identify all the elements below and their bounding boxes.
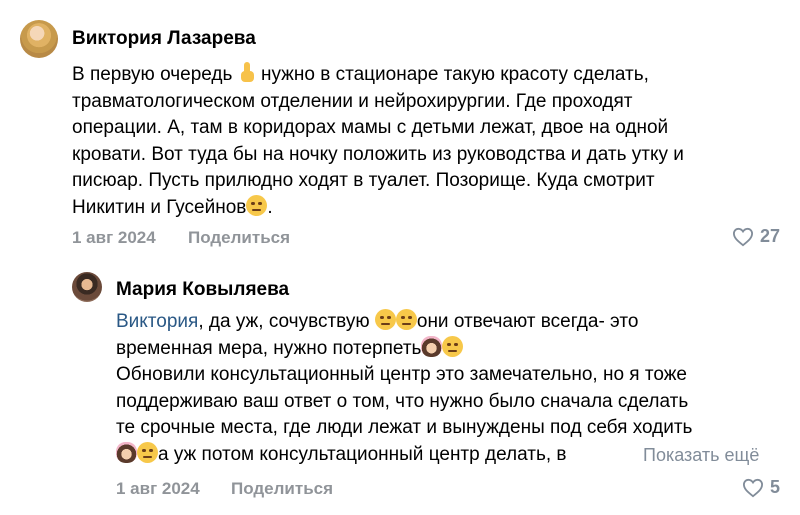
comment-line: поддерживаю ваш ответ о том, что нужно б… [116, 390, 689, 412]
comment-line-part: В первую очередь [72, 64, 238, 85]
comment-line-part: а уж потом консультационный центр делать… [158, 443, 567, 465]
comment-text: Виктория, да уж, сочувствую они отвечают… [116, 309, 692, 468]
comment-date[interactable]: 1 авг 2024 [72, 228, 156, 248]
disappointed-face-emoji-icon [442, 335, 464, 357]
slightly-frowning-face-emoji-icon [246, 194, 268, 216]
comment-line: Никитин и Гусейнов. [72, 194, 684, 222]
show-more-link[interactable]: Показать ещё [615, 442, 760, 468]
comment-line: травматологическом отделении и нейрохиру… [72, 90, 633, 112]
comment-line: временная мера, нужно потерпеть [116, 335, 692, 363]
woman-facepalming-emoji-icon [116, 441, 137, 463]
comment-line: писюар. Пусть прилюдно ходят в туалет. П… [72, 170, 655, 191]
comment-line-part: они отвечают всегда- это [416, 311, 639, 332]
heart-icon [742, 478, 764, 497]
heart-icon [732, 227, 754, 246]
comment-author[interactable]: Виктория Лазарева [72, 28, 256, 50]
comment-line: В первую очередь нужно в стационаре таку… [72, 62, 684, 89]
comment-line: Виктория, да уж, сочувствую они отвечают… [116, 309, 692, 336]
avatar[interactable] [20, 20, 58, 58]
comment-line: операции. А, там в коридорах мамы с деть… [72, 117, 669, 138]
comment-author[interactable]: Мария Ковыляева [116, 279, 289, 301]
share-button[interactable]: Поделиться [188, 228, 290, 248]
like-count: 5 [770, 477, 781, 497]
disappointed-face-emoji-icon [395, 309, 417, 330]
like-button[interactable]: 27 [732, 226, 780, 247]
pointing-up-emoji-icon [238, 62, 256, 83]
disappointed-face-emoji-icon [137, 441, 158, 463]
comment-text: В первую очередь нужно в стационаре таку… [72, 62, 684, 221]
comment-line: те срочные места, где люди лежат и вынуж… [116, 417, 693, 438]
rolling-eyes-emoji-icon [374, 309, 396, 330]
comment-line-part: Никитин и Гусейнов [72, 196, 247, 218]
comment-date[interactable]: 1 авг 2024 [116, 479, 200, 499]
comment-line-part: . [267, 196, 273, 218]
comment-line-part: нужно в стационаре такую красоту сделать… [255, 64, 649, 85]
like-count: 27 [760, 226, 781, 246]
like-button[interactable]: 5 [742, 477, 780, 498]
comment-line: а уж потом консультационный центр делать… [116, 441, 692, 469]
mention-link[interactable]: Виктория [116, 311, 198, 332]
woman-facepalming-emoji-icon [421, 335, 443, 357]
comment-line-part: временная мера, нужно потерпеть [116, 337, 422, 359]
comment-line: кровати. Вот туда бы на ночку положить и… [72, 143, 684, 165]
share-button[interactable]: Поделиться [231, 479, 333, 499]
avatar[interactable] [72, 272, 102, 302]
comment-line-part: , да уж, сочувствую [198, 311, 375, 332]
comment-line: Обновили консультационный центр это заме… [116, 364, 687, 385]
